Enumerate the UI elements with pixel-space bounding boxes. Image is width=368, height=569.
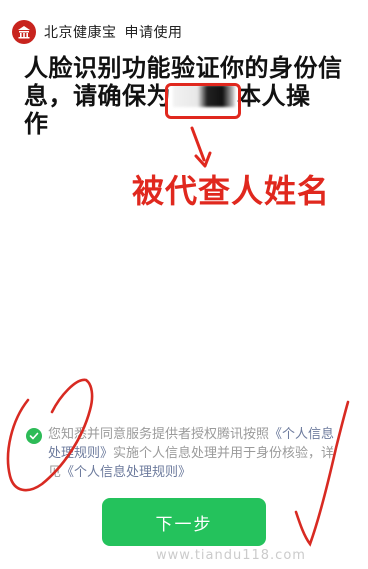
- check-icon[interactable]: [26, 428, 42, 444]
- app-name: 北京健康宝: [44, 25, 117, 41]
- annotation-arrow-icon: [190, 126, 212, 168]
- annotation-box: [165, 83, 241, 119]
- privacy-rules-link-2[interactable]: 《个人信息处理规则》: [61, 465, 191, 480]
- header: 北京健康宝 申请使用: [12, 18, 191, 46]
- title-line-2-start: 息，请确保为: [24, 82, 171, 110]
- consent-row[interactable]: 您知悉并同意服务提供者授权腾讯按照《个人信息处理规则》实施个人信息处理并用于身份…: [26, 425, 346, 482]
- annotation-label: 被代查人姓名: [132, 172, 331, 210]
- consent-text: 您知悉并同意服务提供者授权腾讯按照《个人信息处理规则》实施个人信息处理并用于身份…: [48, 425, 346, 482]
- watermark: www.tiandu118.com: [156, 548, 306, 563]
- title-line-2-end: 本人操: [237, 82, 311, 110]
- header-subtitle: 申请使用: [124, 25, 183, 41]
- app-logo-icon: [12, 20, 36, 44]
- page: 北京健康宝 申请使用 人脸识别功能验证你的身份信 息，请确保为 本人操 作 被代查人…: [0, 0, 368, 569]
- consent-text-part-1: 您知悉并同意服务提供者授权腾讯按照: [48, 427, 270, 442]
- next-button[interactable]: 下一步: [102, 498, 266, 546]
- header-text: 北京健康宝 申请使用: [44, 22, 191, 42]
- title-line-1: 人脸识别功能验证你的身份信: [24, 54, 343, 82]
